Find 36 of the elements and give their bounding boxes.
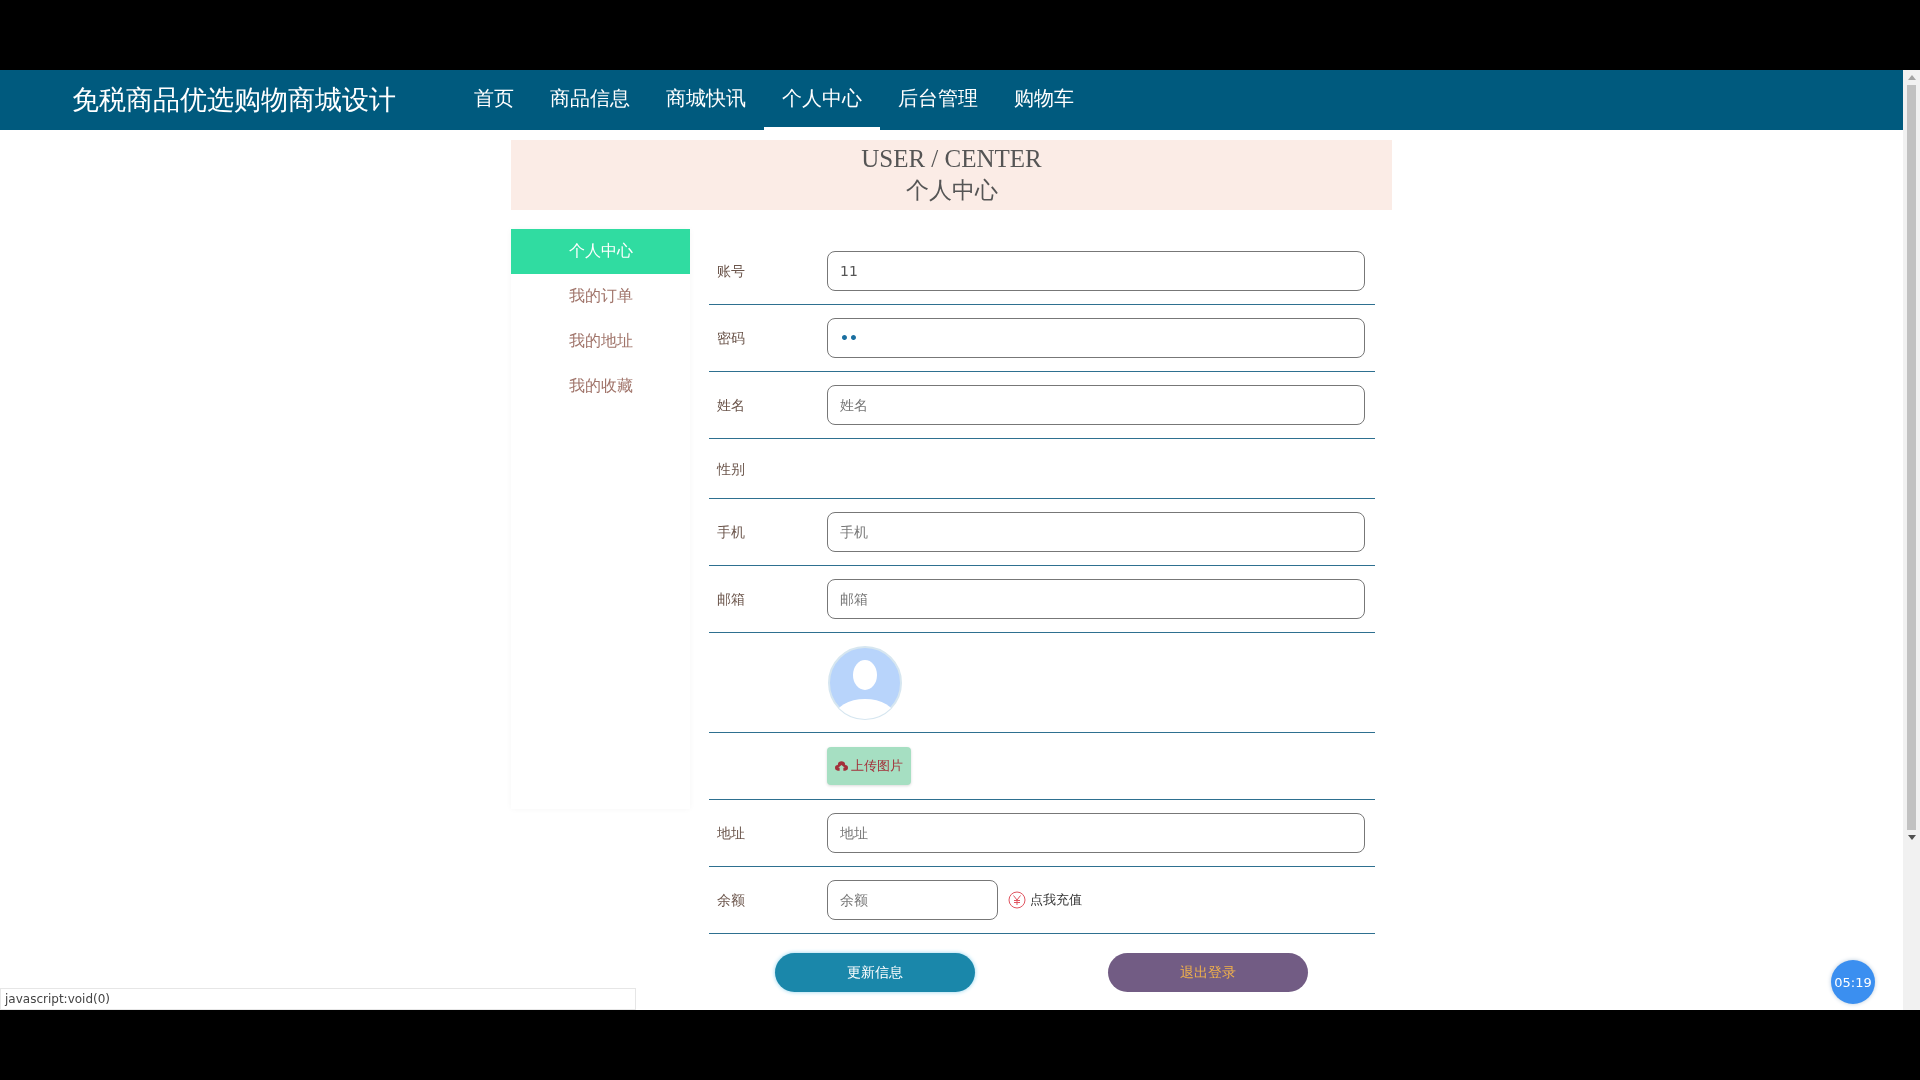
sidebar-item[interactable]: 我的地址: [511, 319, 690, 364]
field-label: 姓名: [717, 397, 745, 413]
input-field[interactable]: 邮箱: [827, 579, 1365, 619]
nav-link[interactable]: 商城快讯: [648, 70, 764, 130]
nav-link[interactable]: 首页: [456, 70, 532, 130]
recharge-link[interactable]: 点我充值: [1030, 891, 1082, 909]
input-field[interactable]: 11: [827, 251, 1365, 291]
field-label: 地址: [717, 825, 745, 841]
sidebar-item[interactable]: 我的订单: [511, 274, 690, 319]
input-field[interactable]: 姓名: [827, 385, 1365, 425]
input-field[interactable]: 余额: [827, 880, 998, 920]
nav-link[interactable]: 后台管理: [880, 70, 996, 130]
avatar-icon: [827, 644, 903, 721]
field-label: 密码: [717, 330, 745, 346]
cloud-upload-icon: [835, 761, 848, 771]
site-title: 免税商品优选购物商城设计: [72, 83, 397, 117]
nav-link[interactable]: 商品信息: [532, 70, 648, 130]
nav-link[interactable]: 购物车: [996, 70, 1092, 130]
banner-title: USER / CENTER: [861, 144, 1042, 174]
banner-subtitle: 个人中心: [905, 177, 998, 205]
yen-icon: [1008, 891, 1026, 909]
nav-link[interactable]: 个人中心: [764, 70, 880, 130]
input-field[interactable]: 手机: [827, 512, 1365, 552]
input-field[interactable]: 地址: [827, 813, 1365, 853]
field-label: 账号: [717, 263, 745, 279]
field-label: 性别: [717, 460, 745, 477]
field-label: 手机: [717, 524, 745, 540]
timer-badge: 05:19: [1831, 960, 1875, 1004]
sidebar-item[interactable]: 我的收藏: [511, 364, 690, 409]
status-bar: javascript:void(0): [0, 988, 636, 1010]
field-label: 余额: [717, 892, 745, 908]
field-label: 邮箱: [717, 591, 745, 607]
input-field[interactable]: ••: [827, 318, 1365, 358]
update-button[interactable]: 更新信息: [775, 953, 975, 992]
scrollbar[interactable]: [1903, 70, 1920, 1010]
upload-button[interactable]: 上传图片: [827, 747, 911, 785]
